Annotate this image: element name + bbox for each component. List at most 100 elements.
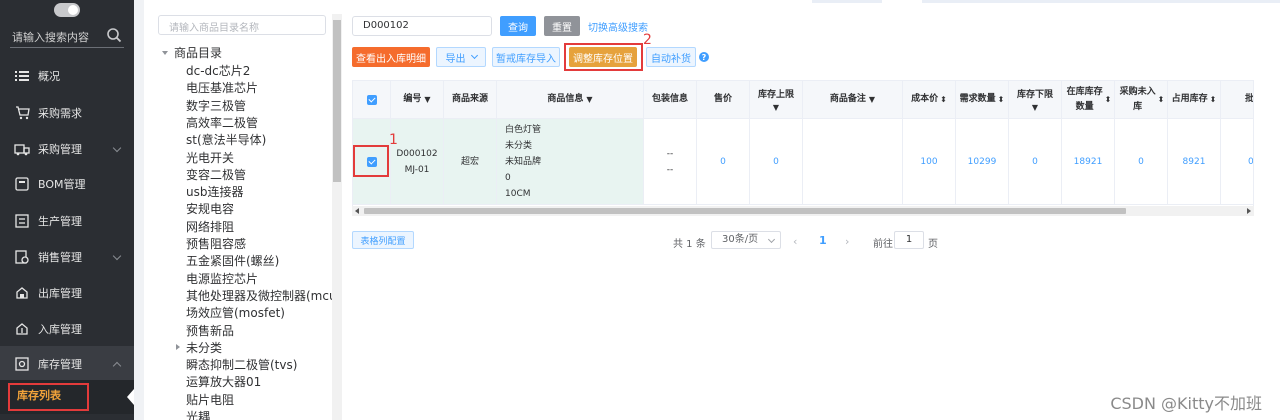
filter-icon[interactable]: ▼ xyxy=(869,95,875,104)
tree-node[interactable]: 预售新品 xyxy=(186,322,234,339)
header-cell[interactable]: 在库库存数量 ⬍ xyxy=(1062,81,1115,118)
tree-node[interactable]: 数字三极管 xyxy=(186,97,246,114)
tree-node[interactable]: 场效应管(mosfet) xyxy=(186,304,285,321)
help-icon[interactable]: ? xyxy=(699,52,709,62)
cell-demand[interactable]: 10299 xyxy=(956,119,1009,204)
filter-icon[interactable]: ▼ xyxy=(773,103,779,112)
header-cell[interactable]: 库存上限 ▼ xyxy=(750,81,803,118)
sidebar-item-purchase-demand[interactable]: 采购需求 xyxy=(0,95,134,131)
inventory-table: 编号 ▼ 商品来源 商品信息 ▼ 包装信息 售价 库存上限 ▼ 商品备注 ▼ 成本价 ⬍ … xyxy=(352,80,1254,216)
tree-node[interactable]: 瞬态抑制二极管(tvs) xyxy=(186,356,297,373)
sidebar-item-label: 出库管理 xyxy=(38,287,82,300)
tree-node[interactable]: 光电开关 xyxy=(186,149,234,166)
header-cell[interactable]: 需求数量 ⬍ xyxy=(956,81,1009,118)
tree-node[interactable]: 变容二极管 xyxy=(186,166,246,183)
sort-icon[interactable]: ⬍ xyxy=(1105,95,1112,104)
cell-lower-limit[interactable]: 0 xyxy=(1009,119,1062,204)
goto-page-input[interactable]: 1 xyxy=(894,231,924,249)
search-icon[interactable] xyxy=(106,27,122,43)
cell-in-stock[interactable]: 18921 xyxy=(1062,119,1115,204)
header-cell[interactable]: 库存下限 ▼ xyxy=(1009,81,1062,118)
checkbox-checked-icon[interactable] xyxy=(366,94,377,105)
table-column-config-button[interactable]: 表格列配置 xyxy=(352,231,414,249)
tree-node[interactable]: usb连接器 xyxy=(186,183,243,200)
sidebar-item-purchase-management[interactable]: 采购管理 xyxy=(0,131,134,167)
sort-icon[interactable]: ⬍ xyxy=(998,95,1005,104)
tab-strip-segment xyxy=(922,0,1280,3)
cell-packaging: -- -- xyxy=(644,119,697,204)
header-cell[interactable]: 商品信息 ▼ xyxy=(497,81,644,118)
next-page-button[interactable]: › xyxy=(845,235,849,248)
header-cell[interactable]: 采购未入库 ⬍ xyxy=(1115,81,1168,118)
scroll-right-icon[interactable] xyxy=(1247,208,1251,214)
tree-scrollbar-thumb[interactable] xyxy=(333,20,341,182)
sort-icon[interactable]: ⬍ xyxy=(1210,95,1217,104)
tree-node[interactable]: 预售阻容感 xyxy=(186,235,246,252)
tree-root[interactable]: 商品目录 xyxy=(162,44,222,61)
table-horizontal-scrollbar[interactable] xyxy=(352,206,1254,216)
tree-node[interactable]: st(意法半导体) xyxy=(186,131,266,148)
cell-price[interactable]: 0 xyxy=(697,119,750,204)
tree-search-input[interactable]: 请输入商品目录名称 xyxy=(158,15,326,35)
sidebar-subitem-inventory-list[interactable]: 库存列表 xyxy=(0,380,134,414)
tree-node[interactable]: 电压基准芯片 xyxy=(186,79,258,96)
header-cell: 商品来源 xyxy=(444,81,497,118)
advanced-search-link[interactable]: 切换高级搜索 xyxy=(588,19,648,34)
auto-replenish-button[interactable]: 自动补货 xyxy=(646,47,696,67)
cell-occupied[interactable]: 8921 xyxy=(1168,119,1221,204)
filter-icon[interactable]: ▼ xyxy=(1032,103,1038,112)
sidebar-item-sales[interactable]: 销售管理 xyxy=(0,239,134,275)
tree-node[interactable]: 五金紧固件(螺丝) xyxy=(186,252,279,269)
tree-node[interactable]: dc-dc芯片2 xyxy=(186,62,250,79)
tree-node[interactable]: 网络排阻 xyxy=(186,218,234,235)
cell-cost[interactable]: 100 xyxy=(903,119,956,204)
current-page[interactable]: 1 xyxy=(819,234,827,247)
caret-down-icon xyxy=(162,50,168,55)
tree-node[interactable]: 安规电容 xyxy=(186,200,234,217)
view-io-detail-button[interactable]: 查看出入库明细 xyxy=(352,47,430,67)
cell-upper-limit[interactable]: 0 xyxy=(750,119,803,204)
sales-icon xyxy=(14,249,30,265)
prev-page-button[interactable]: ‹ xyxy=(793,235,797,248)
header-cell[interactable]: 占用库存 ⬍ xyxy=(1168,81,1221,118)
tree-node[interactable]: 未分类 xyxy=(186,339,222,356)
scroll-left-icon[interactable] xyxy=(355,208,359,214)
caret-right-icon[interactable] xyxy=(176,344,180,350)
filter-icon[interactable]: ▼ xyxy=(586,95,592,104)
export-label: 导出 xyxy=(445,53,466,65)
scrollbar-thumb[interactable] xyxy=(364,208,1126,214)
tree-node[interactable]: 电源监控芯片 xyxy=(186,270,258,287)
sidebar-toggle[interactable] xyxy=(54,3,80,17)
query-button[interactable]: 查询 xyxy=(500,16,536,36)
sidebar-item-outbound[interactable]: 出库管理 xyxy=(0,275,134,311)
stock-import-button[interactable]: 暂戒库存导入 xyxy=(492,47,560,67)
code-search-input[interactable]: D000102 xyxy=(352,16,492,36)
header-cell[interactable]: 编号 ▼ xyxy=(391,81,444,118)
tree-node[interactable]: 高效率二极管 xyxy=(186,114,258,131)
page-size-select[interactable]: 30条/页 xyxy=(711,231,781,249)
tree-node[interactable]: 运算放大器01 xyxy=(186,373,261,390)
header-cell[interactable]: 商品备注 ▼ xyxy=(803,81,903,118)
table-row[interactable]: D000102 MJ-01 超宏 白色灯管 未分类 未知品牌 0 10CM --… xyxy=(353,119,1253,205)
sidebar-item-inventory[interactable]: 库存管理 xyxy=(0,346,134,382)
reset-button[interactable]: 重置 xyxy=(544,16,580,36)
sort-icon[interactable]: ⬍ xyxy=(1158,95,1165,104)
sidebar-search[interactable]: 请输入搜索内容 xyxy=(10,24,124,48)
tree-scrollbar[interactable] xyxy=(332,14,342,420)
cell-batch[interactable]: 0 xyxy=(1221,119,1253,204)
sidebar-item-production[interactable]: 生产管理 xyxy=(0,203,134,239)
sidebar-item-overview[interactable]: 概况 xyxy=(0,58,134,94)
goto-label: 前往 xyxy=(873,239,893,250)
tree-node[interactable]: 其他处理器及微控制器(mcu) xyxy=(186,287,341,304)
filter-icon[interactable]: ▼ xyxy=(424,95,430,104)
sort-icon[interactable]: ⬍ xyxy=(940,95,947,104)
cell-not-received[interactable]: 0 xyxy=(1115,119,1168,204)
sidebar-item-label: BOM管理 xyxy=(38,178,86,191)
export-dropdown-button[interactable]: 导出 xyxy=(436,47,486,67)
header-cell[interactable]: 成本价 ⬍ xyxy=(903,81,956,118)
tree-node[interactable]: 光耦 xyxy=(186,408,210,420)
sidebar-item-bom[interactable]: BOM管理 xyxy=(0,166,134,202)
header-select-all[interactable] xyxy=(353,81,391,118)
sidebar-item-inbound[interactable]: 入库管理 xyxy=(0,311,134,347)
tree-node[interactable]: 贴片电阻 xyxy=(186,391,234,408)
